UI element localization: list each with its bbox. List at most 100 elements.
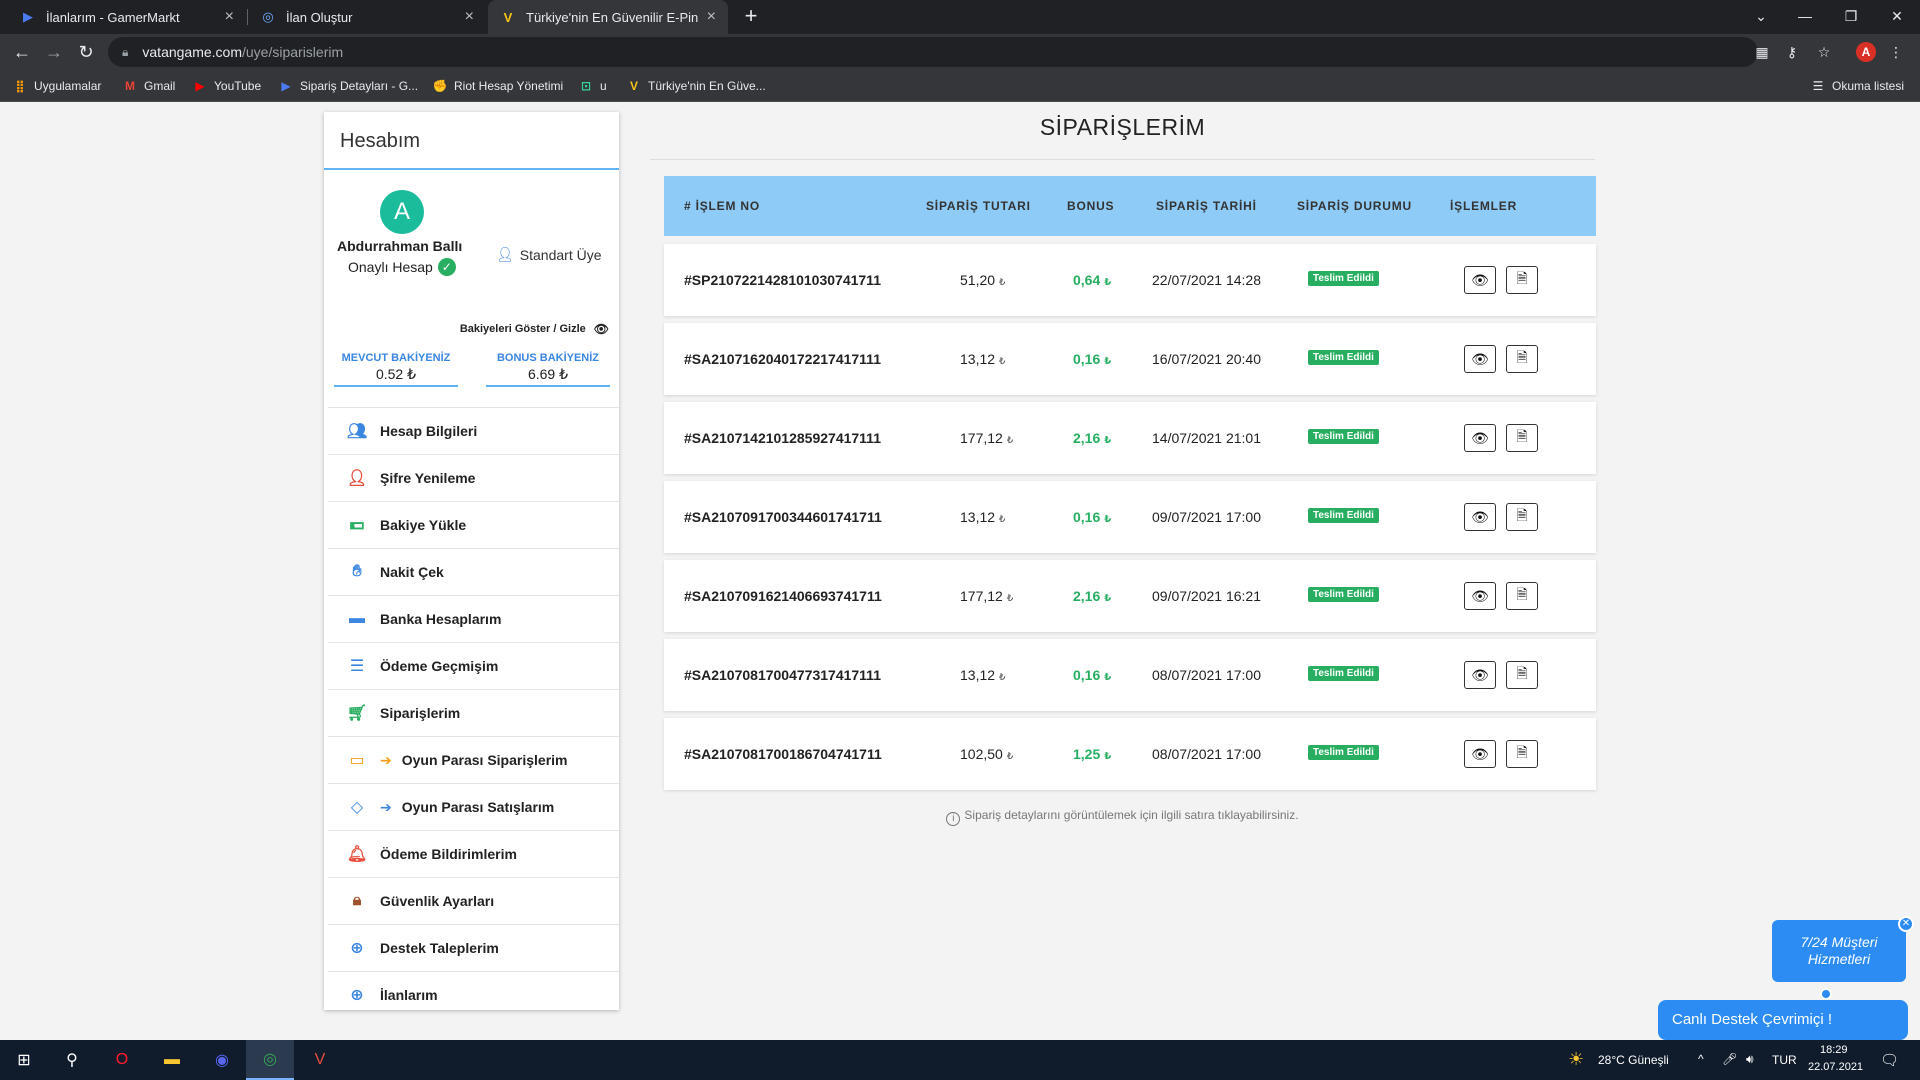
order-amount: 51,20 ₺ xyxy=(960,272,1005,288)
bookmark-item[interactable]: ▶ YouTube xyxy=(192,70,261,102)
browser-tab[interactable]: ◎ İlan Oluştur × xyxy=(248,0,486,34)
table-row[interactable]: #SA2107081700477317417111 13,12 ₺ 0,16 ₺ 0… xyxy=(664,639,1596,711)
table-row[interactable]: #SA2107091700344601741711 13,12 ₺ 0,16 ₺ 0… xyxy=(664,481,1596,553)
star-icon[interactable]: ☆ xyxy=(1814,42,1834,62)
menu-item-odeme-bildirimlerim[interactable]: 🔔︎ Ödeme Bildirimlerim xyxy=(328,830,619,877)
vatangame-app-icon[interactable]: V xyxy=(296,1040,344,1080)
volume-icon[interactable]: 🔊︎ xyxy=(1746,1052,1754,1067)
close-icon[interactable]: × xyxy=(707,8,716,26)
view-order-button[interactable]: 👁︎ xyxy=(1464,661,1496,689)
bookmark-item[interactable]: ▶ Sipariş Detayları - G... xyxy=(278,70,418,102)
bookmark-label: Türkiye'nin En Güve... xyxy=(648,79,766,93)
weather-text[interactable]: 28°C Güneşli xyxy=(1598,1053,1669,1067)
menu-item-banka-hesaplarim[interactable]: ▬ Banka Hesaplarım xyxy=(328,595,619,642)
menu-item-oyun-parasi-siparislerim[interactable]: ▭ ➔ Oyun Parası Siparişlerim xyxy=(328,736,619,783)
forward-icon[interactable]: → xyxy=(42,40,66,64)
menu-item-guvenlik-ayarlari[interactable]: 🔒︎ Güvenlik Ayarları xyxy=(328,877,619,924)
table-row[interactable]: #SA2107081700186704741711 102,50 ₺ 1,25 ₺ … xyxy=(664,718,1596,790)
menu-item-siparislerim[interactable]: 🛒︎ Siparişlerim xyxy=(328,689,619,736)
order-document-button[interactable]: 🗎 xyxy=(1506,345,1538,373)
column-header: BONUS xyxy=(1067,199,1115,213)
reading-list-label: Okuma listesi xyxy=(1832,79,1905,93)
bookmark-item[interactable]: ⣿ Uygulamalar xyxy=(12,70,101,102)
clock-time[interactable]: 18:29 xyxy=(1820,1044,1848,1056)
order-bonus: 0,16 ₺ xyxy=(1073,509,1111,525)
table-row[interactable]: #SP2107221428101030741711 51,20 ₺ 0,64 ₺ 2… xyxy=(664,244,1596,316)
qr-icon[interactable]: ▦ xyxy=(1752,42,1772,62)
view-order-button[interactable]: 👁︎ xyxy=(1464,266,1496,294)
url-input[interactable]: 🔒︎ vatangame.com/uye/siparislerim xyxy=(108,37,1758,67)
url-path: /uye/siparislerim xyxy=(242,44,344,60)
order-document-button[interactable]: 🗎 xyxy=(1506,661,1538,689)
file-explorer-icon[interactable]: ▬ xyxy=(148,1040,196,1080)
profile-avatar[interactable]: A xyxy=(1856,42,1876,62)
notifications-icon[interactable]: 🗨︎ xyxy=(1880,1051,1899,1069)
reload-icon[interactable]: ↻ xyxy=(74,40,98,64)
reading-list-button[interactable]: ☰ Okuma listesi xyxy=(1810,70,1904,102)
toggle-balances-button[interactable]: Bakiyeleri Göster / Gizle 👁︎ xyxy=(460,322,609,336)
menu-item-nakit-cek[interactable]: ✋︎ Nakit Çek xyxy=(328,548,619,595)
table-row[interactable]: #SA2107091621406693741711 177,12 ₺ 2,16 ₺ … xyxy=(664,560,1596,632)
opera-icon[interactable]: O xyxy=(98,1040,146,1080)
chrome-icon[interactable]: ◎ xyxy=(246,1040,294,1080)
menu-item-label: Şifre Yenileme xyxy=(380,470,476,486)
close-icon[interactable]: × xyxy=(225,8,234,26)
close-icon[interactable]: ✕ xyxy=(1898,916,1914,932)
bookmark-item[interactable]: M Gmail xyxy=(122,70,175,102)
menu-item-label: Siparişlerim xyxy=(380,705,461,721)
order-document-button[interactable]: 🗎 xyxy=(1506,266,1538,294)
order-bonus: 2,16 ₺ xyxy=(1073,588,1111,604)
view-order-button[interactable]: 👁︎ xyxy=(1464,424,1496,452)
browser-tab[interactable]: ▶ İlanlarım - GamerMarkt × xyxy=(8,0,246,34)
menu-item-oyun-parasi-satislarim[interactable]: ◇ ➔ Oyun Parası Satışlarım xyxy=(328,783,619,830)
menu-dots-icon[interactable]: ⋮ xyxy=(1886,42,1906,62)
tray-chevron-icon[interactable]: ^ xyxy=(1698,1052,1704,1066)
input-language[interactable]: TUR xyxy=(1772,1053,1797,1067)
balances: MEVCUT BAKİYENİZ 0.52 ₺ BONUS BAKİYENİZ … xyxy=(324,342,619,398)
menu-item-bakiye-yukle[interactable]: 💵︎ Bakiye Yükle xyxy=(328,501,619,548)
browser-tab-active[interactable]: V Türkiye'nin En Güvenilir E-Pin ve × xyxy=(488,0,728,34)
bookmark-item[interactable]: ⊡ u xyxy=(578,70,607,102)
table-row[interactable]: #SA2107162040172217417111 13,12 ₺ 0,16 ₺ 1… xyxy=(664,323,1596,395)
lifebuoy-icon: ⊕ xyxy=(350,987,364,1004)
back-icon[interactable]: ← xyxy=(10,40,34,64)
close-window-button[interactable]: ✕ xyxy=(1874,0,1920,34)
maximize-button[interactable]: ❐ xyxy=(1828,0,1874,34)
order-document-button[interactable]: 🗎 xyxy=(1506,740,1538,768)
view-order-button[interactable]: 👁︎ xyxy=(1464,582,1496,610)
order-document-button[interactable]: 🗎 xyxy=(1506,503,1538,531)
tab-label: İlan Oluştur xyxy=(286,9,353,25)
microphone-icon[interactable]: 🎤︎ xyxy=(1722,1052,1737,1066)
search-icon[interactable]: ⚲ xyxy=(48,1040,96,1080)
status-badge: Teslim Edildi xyxy=(1308,745,1379,760)
discord-icon[interactable]: ◉ xyxy=(198,1040,246,1080)
windows-start-icon[interactable]: ⊞ xyxy=(0,1040,48,1080)
order-document-button[interactable]: 🗎 xyxy=(1506,582,1538,610)
order-document-button[interactable]: 🗎 xyxy=(1506,424,1538,452)
menu-item-destek-taleplerim[interactable]: ⊕ Destek Taleplerim xyxy=(328,924,619,971)
close-icon[interactable]: × xyxy=(465,8,474,26)
menu-item-hesap-bilgileri[interactable]: 👥︎ Hesap Bilgileri xyxy=(328,407,619,454)
menu-item-odeme-gecmisim[interactable]: ☰ Ödeme Geçmişim xyxy=(328,642,619,689)
clock-date[interactable]: 22.07.2021 xyxy=(1808,1061,1863,1073)
document-icon: 🗎 xyxy=(1516,270,1528,286)
currency-symbol: ₺ xyxy=(1104,277,1112,288)
menu-item-sifre-yenileme[interactable]: 👤︎ Şifre Yenileme xyxy=(328,454,619,501)
table-row[interactable]: #SA2107142101285927417111 177,12 ₺ 2,16 ₺ … xyxy=(664,402,1596,474)
tab-search-icon[interactable]: ⌄ xyxy=(1738,0,1784,34)
status-badge: Teslim Edildi xyxy=(1308,350,1379,365)
view-order-button[interactable]: 👁︎ xyxy=(1464,740,1496,768)
view-order-button[interactable]: 👁︎ xyxy=(1464,503,1496,531)
menu-item-ilanlarim[interactable]: ⊕ İlanlarım xyxy=(328,971,619,1018)
new-tab-button[interactable]: + xyxy=(738,4,764,30)
key-icon[interactable]: ⚷ xyxy=(1782,42,1802,62)
chat-indicator xyxy=(1820,988,1832,1000)
order-date: 08/07/2021 17:00 xyxy=(1152,667,1261,683)
live-support-button[interactable]: Canlı Destek Çevrimiçi ! xyxy=(1658,1000,1908,1040)
order-amount: 102,50 ₺ xyxy=(960,746,1013,762)
customer-service-bubble[interactable]: 7/24 Müşteri Hizmetleri xyxy=(1772,920,1906,982)
minimize-button[interactable]: — xyxy=(1782,0,1828,34)
bookmark-item[interactable]: ✊ Riot Hesap Yönetimi xyxy=(432,70,564,102)
view-order-button[interactable]: 👁︎ xyxy=(1464,345,1496,373)
bookmark-item[interactable]: V Türkiye'nin En Güve... xyxy=(626,70,766,102)
